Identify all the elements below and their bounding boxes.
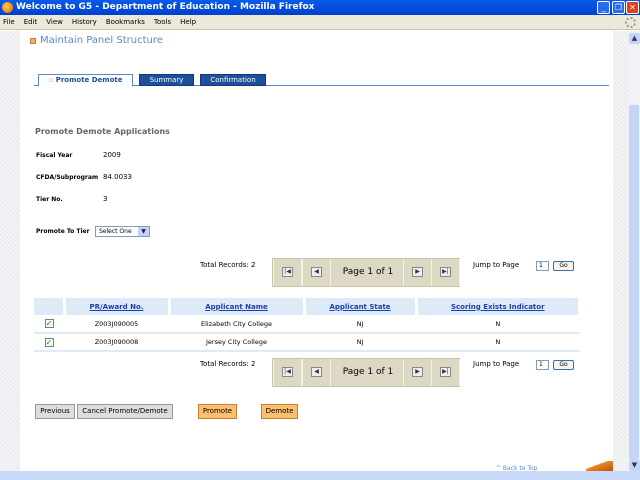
header-scoring[interactable]: Scoring Exists Indicator (416, 298, 581, 315)
tab-arrow-icon: ▫ (48, 76, 56, 84)
tier-value: 3 (103, 195, 108, 203)
prev-page-icon: ◀ (311, 367, 322, 377)
scoring-cell: N (416, 315, 580, 334)
horizontal-scrollbar[interactable] (0, 471, 640, 480)
minimize-button[interactable]: _ (597, 1, 610, 14)
back-to-top-link[interactable]: ^ Back to Top (496, 465, 537, 472)
first-page-icon: |◀ (282, 267, 293, 277)
jump-label: Jump to Page (473, 360, 520, 368)
fiscal-year-value: 2009 (103, 151, 121, 159)
menu-file[interactable]: File (3, 18, 15, 26)
award-cell: Z003J090005 (64, 315, 169, 334)
menu-view[interactable]: View (46, 18, 63, 26)
window-titlebar: Welcome to G5 - Department of Education … (0, 0, 640, 15)
row-checkbox[interactable]: ✓ (44, 319, 54, 328)
select-header (34, 298, 66, 315)
jump-page-input[interactable]: 1 (536, 261, 549, 271)
section-title: Promote Demote Applications (35, 127, 170, 136)
close-button[interactable]: ✕ (626, 1, 639, 14)
tab-confirmation[interactable]: Confirmation (200, 74, 266, 86)
go-button[interactable]: Go (553, 360, 574, 370)
pager-bottom: |◀ ◀ Page 1 of 1 ▶ ▶| (272, 358, 460, 387)
last-page-icon: ▶| (440, 267, 451, 277)
cfda-label: CFDA/Subprogram (36, 174, 99, 181)
tab-promote-demote[interactable]: ▫ Promote Demote (38, 74, 133, 87)
throbber-icon (625, 17, 636, 28)
scrollbar-thumb[interactable] (629, 105, 639, 460)
firefox-icon (2, 2, 13, 13)
previous-button[interactable]: Previous (35, 404, 75, 419)
cfda-value: 84.0033 (103, 173, 132, 181)
tier-label: Tier No. (36, 196, 63, 203)
next-page-icon: ▶ (412, 267, 423, 277)
menu-edit[interactable]: Edit (24, 18, 38, 26)
menu-bar: File Edit View History Bookmarks Tools Help (0, 15, 640, 30)
jump-page-input[interactable]: 1 (536, 360, 549, 370)
name-cell: Elizabeth City College (169, 315, 304, 334)
total-records: Total Records: 2 (200, 360, 256, 368)
promote-button[interactable]: Promote (198, 404, 237, 419)
scoring-cell: N (416, 333, 580, 352)
cancel-promote-demote-button[interactable]: Cancel Promote/Demote (77, 404, 173, 419)
chevron-down-icon: ▼ (138, 227, 149, 236)
jump-label: Jump to Page (473, 261, 520, 269)
right-border (613, 31, 628, 471)
last-page-icon: ▶| (440, 367, 451, 377)
left-border (0, 31, 20, 471)
select-value: Select One (99, 228, 132, 235)
first-page-button[interactable]: |◀ (273, 359, 302, 386)
row-checkbox[interactable]: ✓ (44, 337, 54, 347)
fiscal-year-label: Fiscal Year (36, 152, 73, 159)
tab-label: Promote Demote (55, 76, 123, 84)
decorative-corner-image (586, 461, 613, 471)
table-row: ✓ Z003J090008 Jersey City College NJ N (34, 333, 580, 352)
award-cell: Z003J090008 (64, 333, 169, 352)
page-indicator: Page 1 of 1 (342, 367, 394, 377)
header-applicant-name[interactable]: Applicant Name (169, 298, 306, 315)
prev-page-icon: ◀ (311, 267, 322, 277)
pager-top: |◀ ◀ Page 1 of 1 ▶ ▶| (272, 258, 460, 287)
last-page-button[interactable]: ▶| (431, 359, 460, 386)
page-indicator: Page 1 of 1 (342, 267, 394, 277)
tab-summary[interactable]: Summary (139, 74, 194, 86)
next-page-icon: ▶ (412, 367, 423, 377)
applications-table: PR/Award No. Applicant Name Applicant St… (34, 298, 581, 352)
prev-page-button[interactable]: ◀ (302, 359, 331, 386)
page-title: Maintain Panel Structure (40, 35, 163, 46)
header-applicant-state[interactable]: Applicant State (304, 298, 418, 315)
state-cell: NJ (304, 333, 416, 352)
restore-button[interactable]: ❐ (612, 1, 625, 14)
promote-tier-label: Promote To Tier (36, 228, 90, 235)
menu-bookmarks[interactable]: Bookmarks (106, 18, 145, 26)
promote-tier-select[interactable]: Select One ▼ (95, 226, 150, 237)
table-row: ✓ Z003J090005 Elizabeth City College NJ … (34, 315, 580, 334)
menu-help[interactable]: Help (180, 18, 196, 26)
go-button[interactable]: Go (553, 261, 574, 271)
next-page-button[interactable]: ▶ (403, 259, 432, 286)
prev-page-button[interactable]: ◀ (302, 259, 331, 286)
first-page-icon: |◀ (282, 367, 293, 377)
demote-button[interactable]: Demote (261, 404, 298, 419)
menu-tools[interactable]: Tools (154, 18, 171, 26)
next-page-button[interactable]: ▶ (403, 359, 432, 386)
menu-history[interactable]: History (72, 18, 97, 26)
header-award[interactable]: PR/Award No. (64, 298, 171, 315)
state-cell: NJ (304, 315, 416, 334)
first-page-button[interactable]: |◀ (273, 259, 302, 286)
table-header: PR/Award No. Applicant Name Applicant St… (34, 298, 581, 315)
last-page-button[interactable]: ▶| (431, 259, 460, 286)
total-records: Total Records: 2 (200, 261, 256, 269)
scroll-up-button[interactable]: ▲ (629, 33, 640, 44)
name-cell: Jersey City College (169, 333, 304, 352)
heading-bullet-icon (30, 38, 36, 44)
scroll-down-button[interactable]: ▼ (629, 460, 640, 471)
